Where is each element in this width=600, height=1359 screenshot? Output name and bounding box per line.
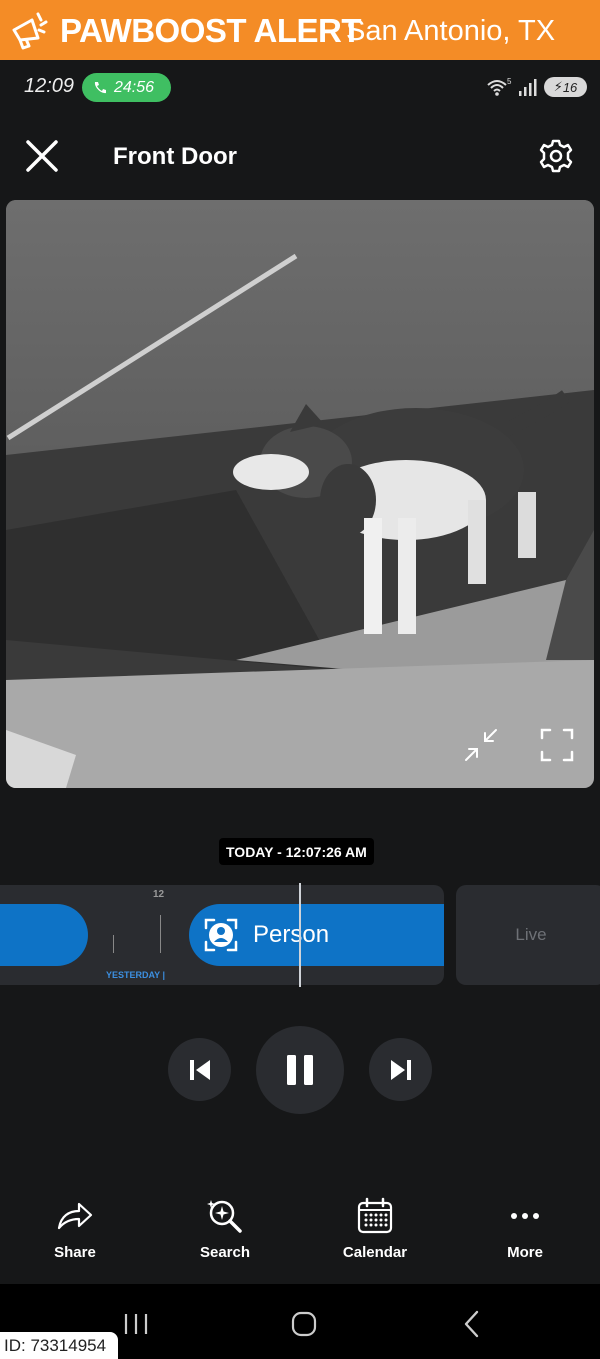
call-timer-pill[interactable]: 24:56: [82, 73, 171, 102]
timeline-playhead[interactable]: [299, 883, 301, 987]
alert-banner: PAWBOOST ALERT San Antonio, TX: [0, 0, 600, 60]
call-timer: 24:56: [114, 78, 155, 96]
timeline-tick: [160, 915, 161, 953]
skip-next-icon: [390, 1059, 411, 1080]
event-label: Person: [253, 921, 330, 948]
share-icon: [57, 1202, 93, 1230]
minimize-button[interactable]: [462, 726, 500, 764]
share-label: Share: [54, 1244, 96, 1261]
timeline-hour-label: 12: [153, 889, 165, 900]
battery-level: 16: [562, 79, 578, 95]
calendar-icon: [357, 1197, 393, 1234]
fullscreen-icon: [540, 728, 574, 762]
yesterday-label: YESTERDAY |: [106, 970, 166, 980]
more-button[interactable]: More: [470, 1196, 580, 1276]
pause-button[interactable]: [256, 1026, 344, 1114]
signal-icon: [519, 79, 537, 96]
status-icons: 5 ⚡ 16: [486, 76, 587, 98]
settings-button[interactable]: [536, 136, 576, 176]
person-detection-icon: [204, 918, 238, 952]
share-button[interactable]: Share: [20, 1196, 130, 1276]
next-event-button[interactable]: [369, 1038, 432, 1101]
wifi-badge: 5: [507, 77, 512, 86]
close-button[interactable]: [22, 136, 62, 176]
alert-location: San Antonio, TX: [346, 15, 556, 47]
fullscreen-button[interactable]: [538, 726, 576, 764]
megaphone-icon: [12, 12, 48, 50]
camera-frame-image: [6, 200, 594, 788]
calendar-label: Calendar: [342, 1244, 408, 1261]
timeline-tick: [113, 935, 114, 953]
gear-icon: [539, 139, 573, 173]
camera-video-feed[interactable]: [6, 200, 594, 788]
previous-event-button[interactable]: [168, 1038, 231, 1101]
status-time: 12:09: [24, 75, 75, 97]
search-button[interactable]: Search: [170, 1196, 280, 1276]
page-title: Front Door: [113, 143, 237, 170]
event-clip-person[interactable]: Person: [189, 904, 444, 966]
minimize-icon: [465, 729, 497, 761]
calendar-button[interactable]: Calendar: [320, 1196, 430, 1276]
skip-previous-icon: [189, 1059, 210, 1080]
more-dots-icon: [511, 1213, 539, 1219]
alert-title: PAWBOOST ALERT: [60, 12, 362, 49]
live-button[interactable]: Live: [456, 885, 600, 985]
recents-icon: [124, 1314, 148, 1334]
home-icon: [291, 1311, 317, 1337]
timestamp-label: TODAY - 12:07:26 AM: [219, 838, 374, 865]
battery-charging-icon: ⚡: [553, 79, 563, 94]
battery-indicator: ⚡ 16: [544, 77, 587, 97]
more-label: More: [507, 1244, 543, 1261]
smart-search-icon: [207, 1200, 242, 1233]
pause-icon: [287, 1055, 313, 1085]
image-id-label: ID: 73314954: [0, 1332, 119, 1359]
event-clip-previous[interactable]: [0, 904, 88, 966]
phone-icon: [94, 81, 106, 93]
back-button[interactable]: [456, 1306, 488, 1342]
close-icon: [26, 140, 58, 172]
search-label: Search: [199, 1244, 251, 1261]
wifi-icon: 5: [487, 77, 512, 96]
recents-button[interactable]: [118, 1308, 154, 1340]
back-chevron-icon: [464, 1310, 479, 1338]
event-timeline[interactable]: 12 YESTERDAY | Person: [0, 885, 444, 985]
home-button[interactable]: [286, 1306, 322, 1342]
